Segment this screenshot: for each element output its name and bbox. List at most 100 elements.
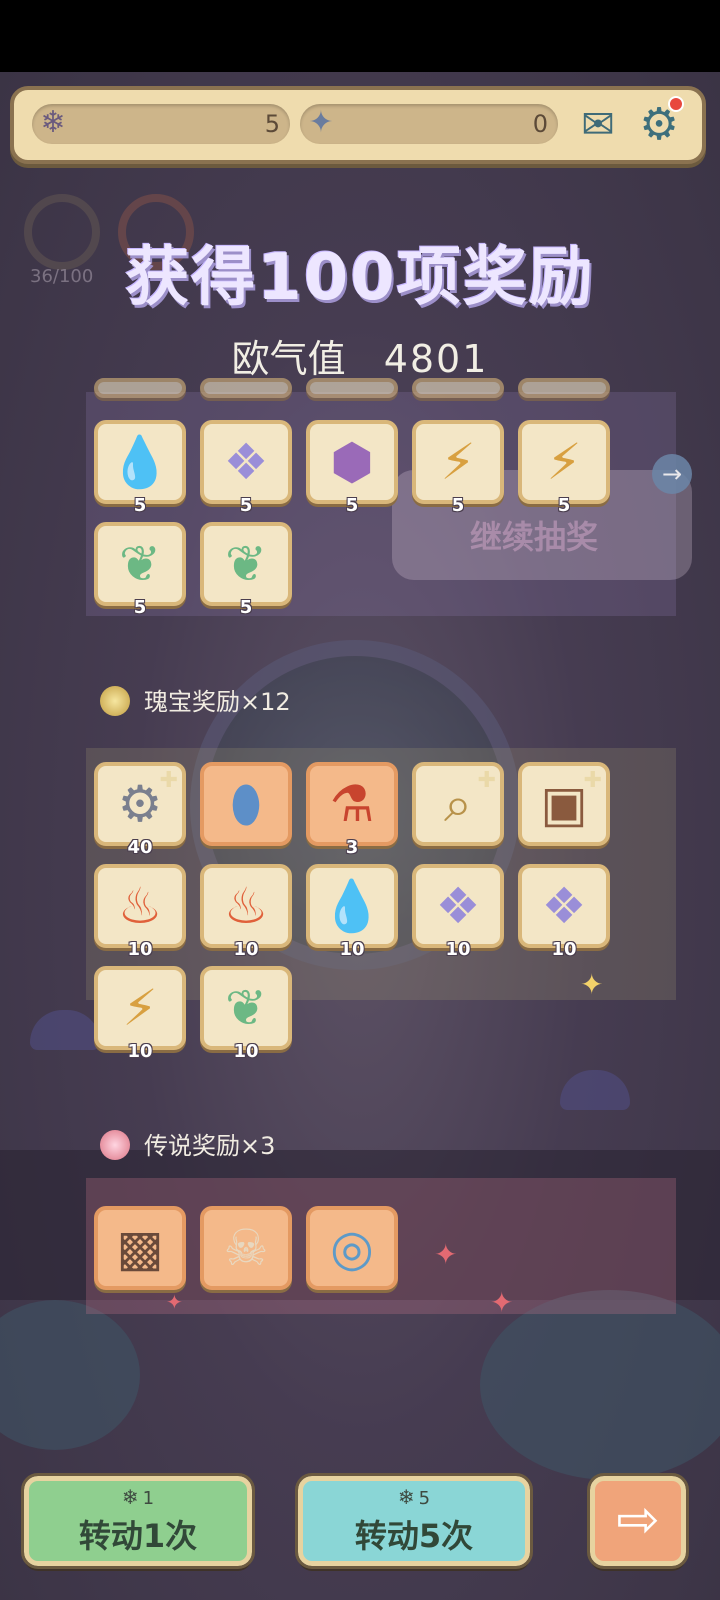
reward-count: 10 [233,939,259,960]
ticket-icon: ❄ [397,1485,415,1509]
treasure-title-text: 瑰宝奖励×12 [144,688,291,716]
crystal-counter: ✦ 0 [300,104,558,144]
gold-coin-icon [100,686,130,716]
reward-card[interactable] [200,378,292,398]
reward-count: 5 [133,597,147,618]
reward-card[interactable] [412,378,504,398]
luck-label: 欧气值 [231,337,346,381]
fire-essence-icon: ♨ [117,877,163,935]
spin-once-cost-value: 1 [142,1488,155,1509]
painting-icon: ▣ [540,775,588,833]
reward-card[interactable]: ❖ 10 [412,864,504,960]
background-pumpkin [480,1290,720,1480]
background-mushroom [560,1070,630,1110]
spin-five-cost: ❄ 5 [303,1485,525,1509]
green-leaf-heart-icon: ❦ [119,535,161,593]
reward-card[interactable]: 💧 5 [94,420,186,516]
reward-card[interactable]: ❖ 5 [200,420,292,516]
blue-crystal-egg-icon: ⬮ [230,775,262,833]
notification-dot [668,96,684,112]
reward-card[interactable]: ◎ [306,1206,398,1290]
water-drop-icon: 💧 [320,877,384,935]
reward-card[interactable] [94,378,186,398]
status-bar [0,0,720,72]
continue-label[interactable]: 继续抽奖 [470,512,598,558]
reward-count: 5 [239,597,253,618]
reward-card[interactable]: ⬢ 5 [306,420,398,516]
reward-count: 40 [127,837,153,858]
green-leaf-heart-icon: ❦ [225,535,267,593]
sparkle-icon: ✦ [434,1238,458,1271]
reward-card[interactable] [518,378,610,398]
reward-card[interactable]: ⚡ 5 [412,420,504,516]
green-leaf-heart-icon: ❦ [225,979,267,1037]
spin-once-button[interactable]: ❄ 1 转动1次 [21,1473,255,1569]
reward-card[interactable]: ☠ [200,1206,292,1290]
reward-card[interactable]: ♨ 10 [200,864,292,960]
reward-count: 10 [551,939,577,960]
reward-card[interactable]: ♨ 10 [94,864,186,960]
reward-card[interactable]: ⬮ [200,762,292,846]
reward-count: 5 [239,495,253,516]
reward-card[interactable]: ✚ ⌕ [412,762,504,846]
background-mushroom [30,1010,100,1050]
reward-count: 10 [233,1041,259,1062]
reward-count: 10 [445,939,471,960]
flaming-skull-icon: ☠ [223,1219,269,1277]
background-pumpkin [0,1300,140,1450]
purple-rune-cube-icon: ⬢ [330,433,374,491]
legend-title-text: 传说奖励×3 [144,1132,276,1160]
crystal-shard-icon: ❖ [541,877,587,935]
ticket-counter: ❄ 5 [32,104,290,144]
reward-card[interactable]: 💧 10 [306,864,398,960]
fire-essence-icon: ♨ [223,877,269,935]
luck-value: 4801 [383,337,489,381]
reward-card[interactable]: ❦ 5 [94,522,186,618]
sparkle-icon: ✦ [580,968,604,1001]
reward-count: 5 [557,495,571,516]
ticket-icon: ❄ [121,1485,139,1509]
spin-five-label: 转动5次 [354,1517,474,1555]
reward-count: 10 [127,1041,153,1062]
reward-card[interactable]: ❦ 10 [200,966,292,1062]
reward-card[interactable]: ❦ 5 [200,522,292,618]
telescope-icon: ⌕ [444,775,472,833]
lightning-feather-icon: ⚡ [546,433,582,491]
reward-count: 10 [339,939,365,960]
lightning-feather-icon: ⚡ [122,979,158,1037]
sparkle-icon: ✦ [166,1290,183,1314]
reward-card[interactable]: ✚ ⚙ 40 [94,762,186,858]
blue-dragon-orb-icon: ◎ [330,1219,374,1277]
framed-painting-icon: ▩ [116,1219,164,1277]
reward-card[interactable]: ⚗ 3 [306,762,398,858]
treasure-section-title: 瑰宝奖励×12 [100,682,291,717]
reward-card[interactable]: ❖ 10 [518,864,610,960]
crystal-shard-icon: ❖ [435,877,481,935]
reward-card[interactable]: ✚ ▣ [518,762,610,846]
reward-count: 10 [127,939,153,960]
result-title: 获得100项奖励 [125,241,595,315]
crystal-icon: ✦ [308,105,334,140]
reward-count: 5 [345,495,359,516]
reward-count: 5 [451,495,465,516]
resource-bar: ❄ 5 ✦ 0 ✉ ⚙ [10,86,706,164]
crystal-shard-icon: ❖ [223,433,269,491]
spin-once-cost: ❄ 1 [29,1485,247,1509]
mail-icon[interactable]: ✉ [570,100,626,150]
lightning-feather-icon: ⚡ [440,433,476,491]
spin-five-button[interactable]: ❄ 5 转动5次 [295,1473,533,1569]
crystal-value: 0 [532,110,548,138]
reward-card[interactable]: ⚡ 10 [94,966,186,1062]
spin-once-label: 转动1次 [78,1517,198,1555]
reward-card[interactable] [306,378,398,398]
luck-row: 欧气值 4801 [0,328,720,383]
game-screen: 36/100 ❄ 5 ✦ 0 ✉ ⚙ 获得100项奖励 欧气值 4801 继续抽… [0,0,720,1600]
reward-card[interactable]: ⚡ 5 [518,420,610,516]
ticket-icon: ❄ [40,105,66,140]
next-button[interactable]: ⇨ [587,1473,689,1569]
reward-card[interactable]: ▩ [94,1206,186,1290]
arrow-right-icon[interactable]: → [652,454,692,494]
reward-count: 5 [133,495,147,516]
legend-section-title: 传说奖励×3 [100,1126,275,1161]
sparkle-icon: ✦ [490,1286,514,1319]
